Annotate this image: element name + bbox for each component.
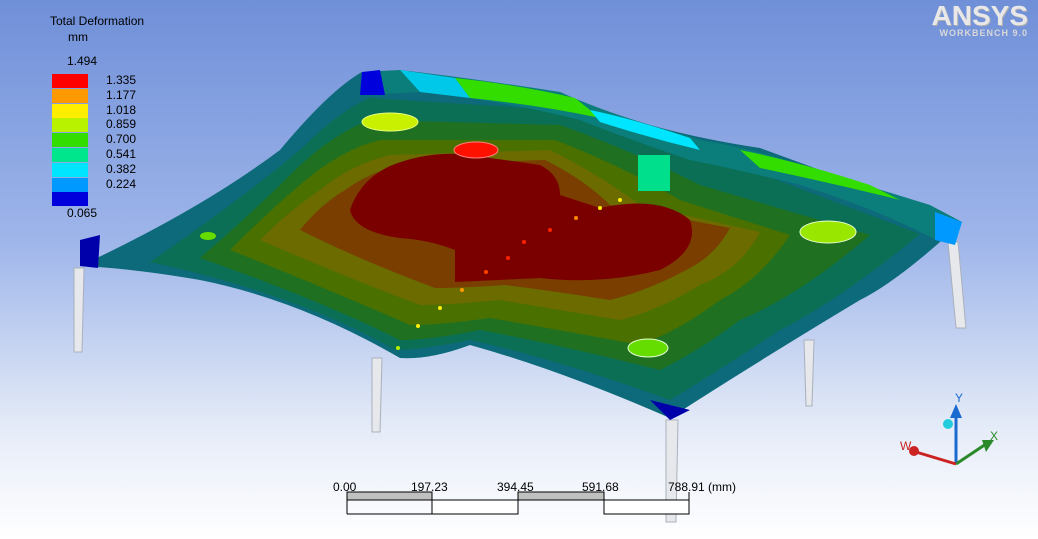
scale-label-1: 197.23 [411, 480, 448, 494]
scale-bar [346, 491, 690, 515]
edge-band [80, 235, 100, 268]
triad-x-label: X [990, 429, 998, 443]
hole [200, 232, 216, 240]
scale-label-4: 788.91 (mm) [668, 480, 737, 494]
coordinate-triad[interactable]: Y X W [900, 391, 998, 466]
scale-label-2: 394.45 [497, 480, 534, 494]
hole [627, 338, 669, 358]
model-viewport[interactable]: Y X W [0, 0, 1038, 539]
triad-y-label: Y [955, 391, 963, 405]
column-block [638, 155, 670, 191]
hole [453, 141, 499, 159]
scale-label-0: 0.00 [333, 480, 357, 494]
scale-label-3: 591.68 [582, 480, 619, 494]
triad-w-label: W [900, 439, 912, 453]
hole [799, 220, 857, 244]
hole [361, 112, 419, 132]
